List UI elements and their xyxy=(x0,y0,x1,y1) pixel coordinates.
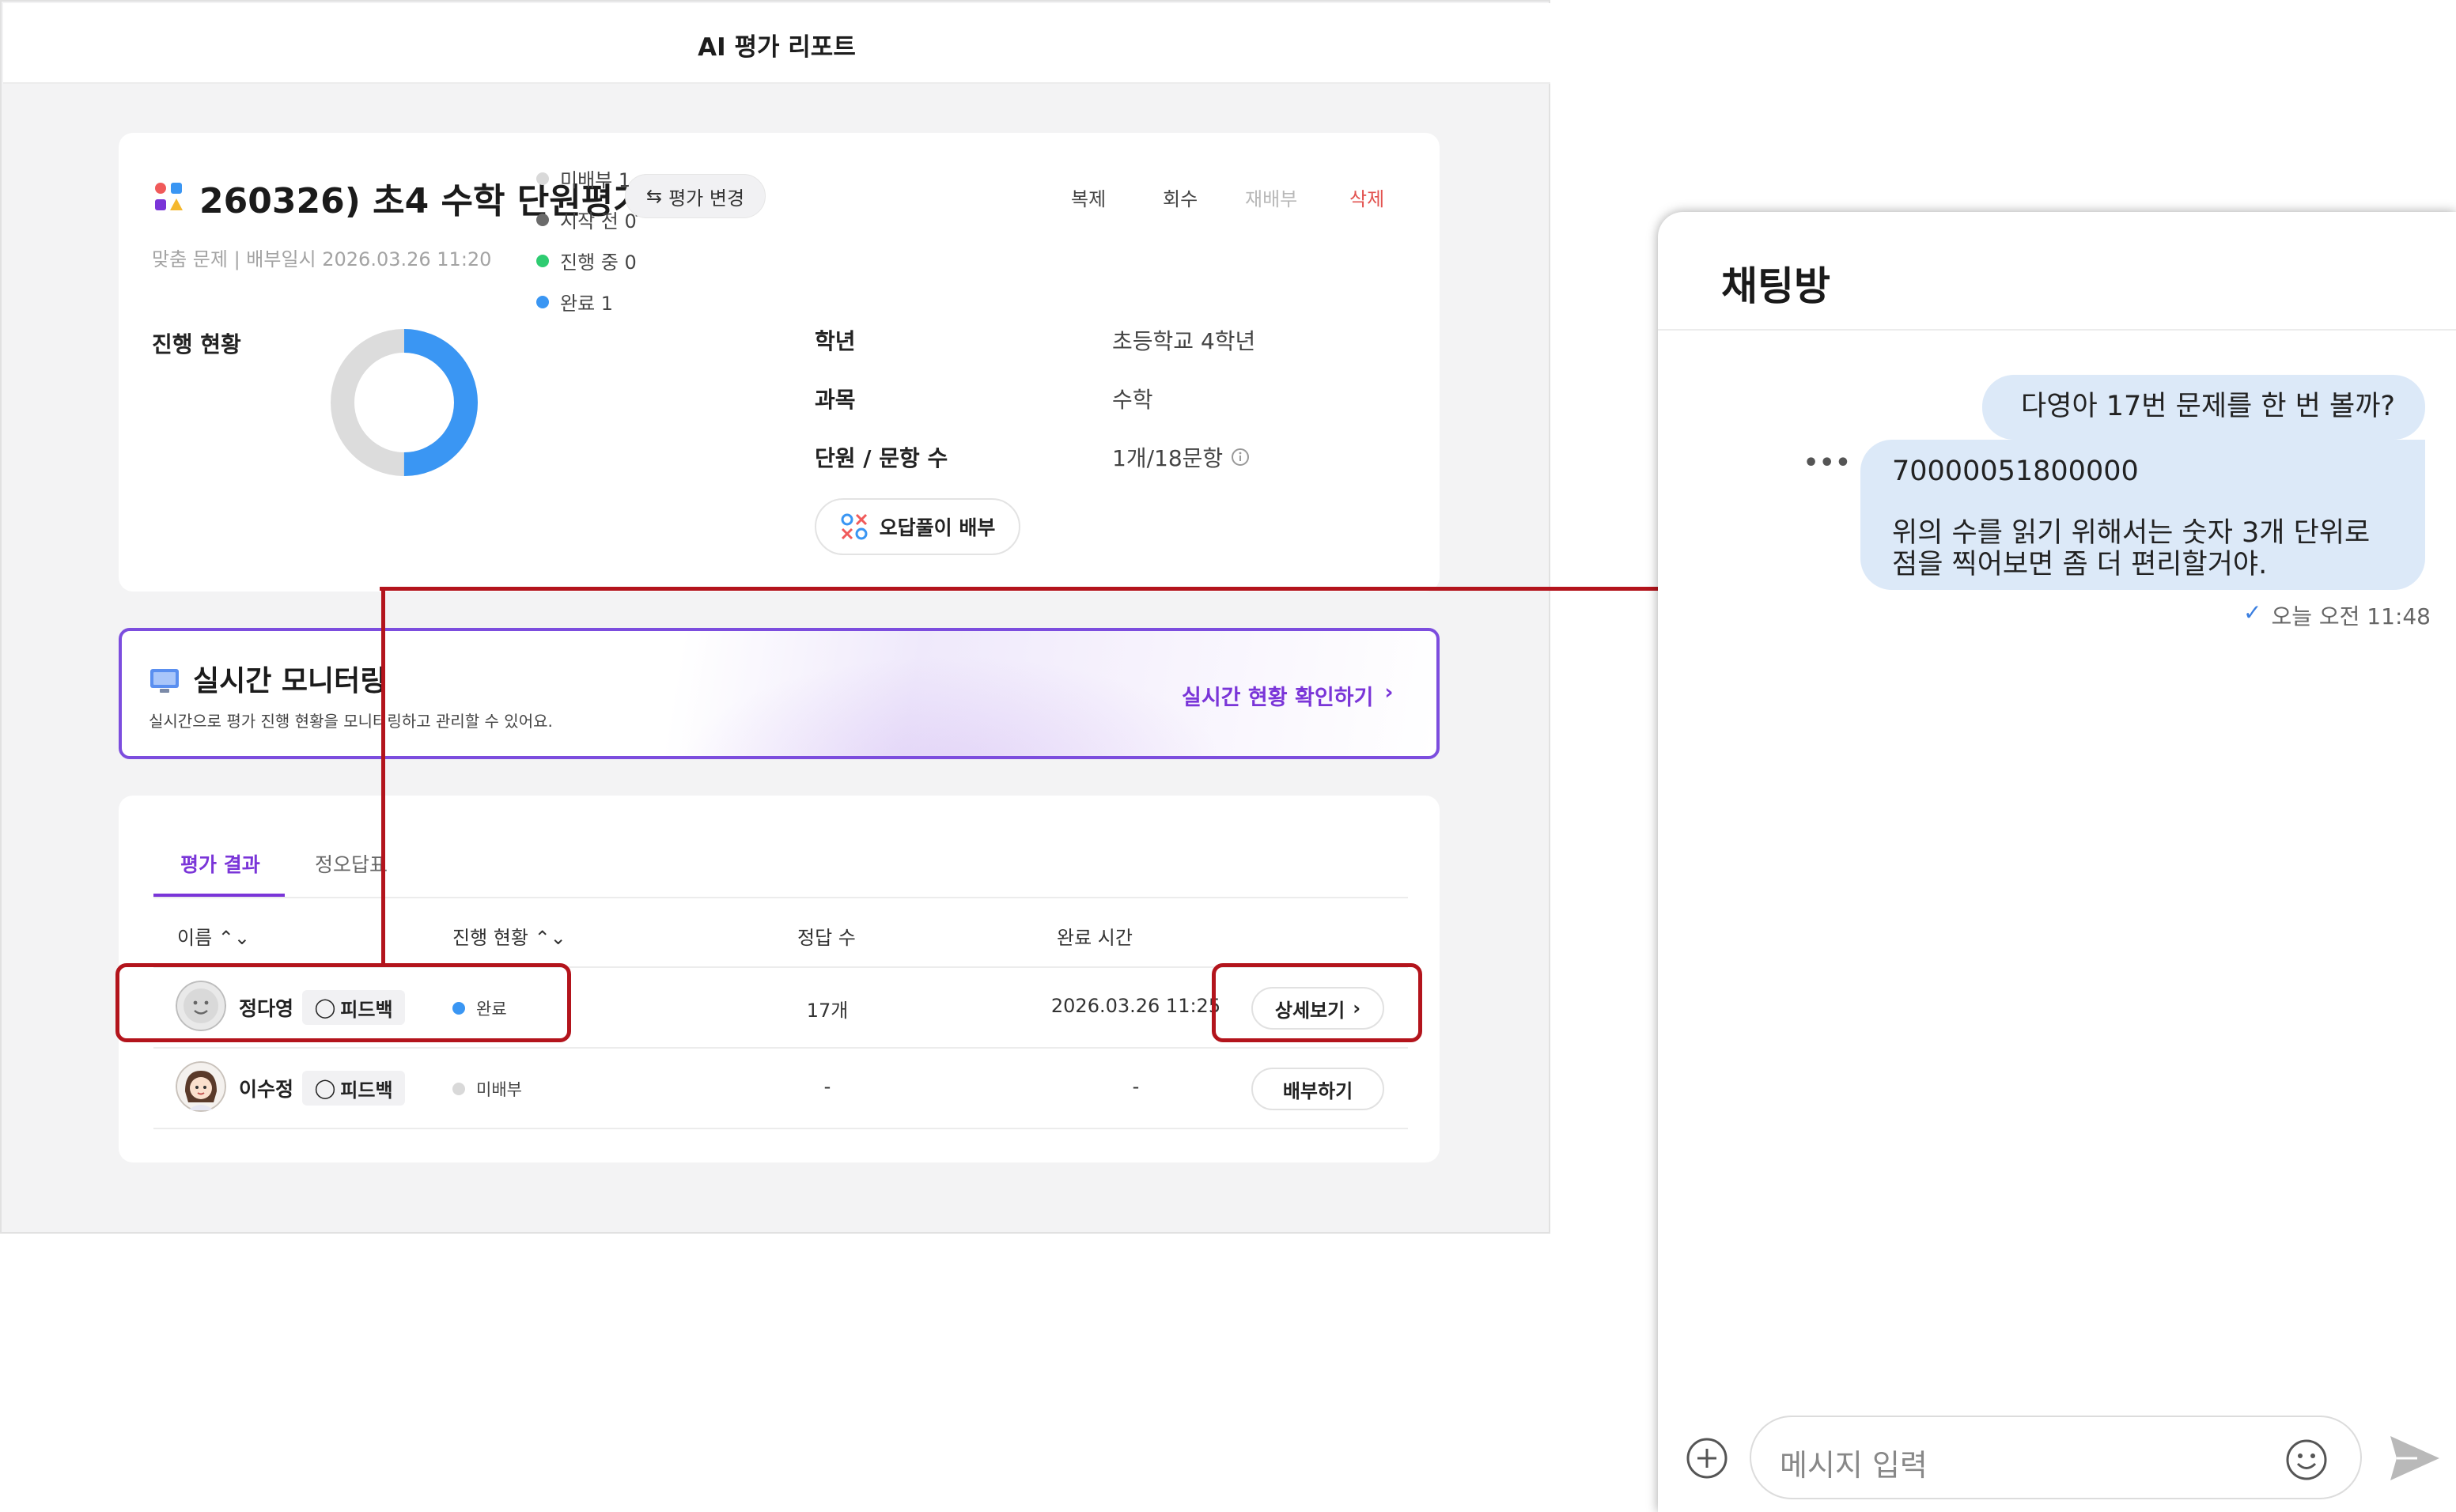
unit-count-value-wrap: 1개/18문항 xyxy=(1112,441,1250,473)
subject-label: 과목 xyxy=(815,387,856,413)
table-row: 이수정 ◯ 피드백 미배부 - - 배부하기 xyxy=(119,1049,1440,1128)
chat-window: 채팅방 다영아 17번 문제를 한 번 볼까? ••• 700000518000… xyxy=(1658,212,2456,1512)
read-check-icon: ✓ xyxy=(2243,599,2262,626)
legend-label: 완료 1 xyxy=(560,293,614,315)
wrong-answer-label: 오답풀이 배부 xyxy=(879,516,996,539)
tab-divider xyxy=(153,897,1408,898)
summary-card: 260326) 초4 수학 단원평가 ⇆ 평가 변경 복제 회수 재배부 삭제 … xyxy=(119,133,1440,592)
unit-count-value: 1개/18문항 xyxy=(1112,445,1224,471)
column-done-time: 완료 시간 xyxy=(1057,927,1133,949)
app-logo-icon xyxy=(155,183,183,210)
legend-dot xyxy=(536,254,549,267)
legend-dot xyxy=(536,213,549,226)
copy-button[interactable]: 복제 xyxy=(1071,183,1106,211)
tab-answer-sheet[interactable]: 정오답표 xyxy=(315,849,388,878)
grade-value: 초등학교 4학년 xyxy=(1112,328,1256,354)
monitor-description: 실시간으로 평가 진행 현황을 모니터링하고 관리할 수 있어요. xyxy=(149,712,553,731)
chat-message-number: 70000051800000 xyxy=(1892,455,2139,487)
chat-header: 채팅방 xyxy=(1658,212,2456,331)
feedback-label: 피드백 xyxy=(340,1079,393,1102)
legend-dot xyxy=(536,295,549,308)
page-title: AI 평가 리포트 xyxy=(698,33,856,62)
message-input[interactable]: 메시지 입력 xyxy=(1750,1416,2362,1499)
connector-line-horizontal xyxy=(380,587,1659,591)
chat-title: 채팅방 xyxy=(1721,263,1830,309)
chat-message-text: 위의 수를 읽기 위해서는 숫자 3개 단위로 점을 찍어보면 좀 더 편리할거… xyxy=(1892,517,2371,580)
connector-line-vertical xyxy=(381,588,385,965)
distribute-button[interactable]: 배부하기 xyxy=(1251,1068,1384,1110)
monitor-icon xyxy=(150,669,179,693)
change-exam-button[interactable]: ⇆ 평가 변경 xyxy=(625,174,766,218)
correct-count: - xyxy=(823,1075,831,1098)
wrong-answer-distribute-button[interactable]: 오답풀이 배부 xyxy=(815,498,1020,555)
swap-icon: ⇆ xyxy=(645,185,663,207)
student-name: 이수정 xyxy=(239,1078,294,1101)
monitor-title: 실시간 모니터링 xyxy=(193,665,387,697)
active-tab-indicator xyxy=(153,894,285,897)
change-exam-label: 평가 변경 xyxy=(668,187,745,210)
chevron-right-icon: › xyxy=(1384,680,1394,705)
avatar[interactable] xyxy=(176,1061,226,1112)
legend-item: 시작 전 0 xyxy=(536,206,637,233)
done-time: - xyxy=(1132,1075,1140,1098)
message-input-placeholder: 메시지 입력 xyxy=(1780,1448,1928,1483)
legend-item: 완료 1 xyxy=(536,288,613,316)
distribute-label: 배부하기 xyxy=(1282,1079,1353,1102)
chat-message-bubble: 70000051800000 위의 수를 읽기 위해서는 숫자 3개 단위로 점… xyxy=(1860,440,2425,590)
legend-label: 시작 전 0 xyxy=(560,210,637,232)
redistribute-button[interactable]: 재배부 xyxy=(1245,183,1297,211)
legend-item: 진행 중 0 xyxy=(536,247,637,274)
ox-icon xyxy=(841,513,868,540)
realtime-status-link[interactable]: 실시간 현황 확인하기 › xyxy=(1182,680,1394,711)
row-divider xyxy=(153,1128,1408,1129)
realtime-status-link-label: 실시간 현황 확인하기 xyxy=(1182,686,1374,710)
column-correct: 정답 수 xyxy=(797,927,856,949)
message-time-label: 오늘 오전 11:48 xyxy=(2271,603,2431,629)
subject-value: 수학 xyxy=(1112,387,1153,413)
grade-label: 학년 xyxy=(815,328,856,354)
status-badge: 미배부 xyxy=(452,1077,522,1101)
highlight-box-detail-button xyxy=(1212,963,1422,1042)
legend-label: 진행 중 0 xyxy=(560,251,637,274)
unit-count-label: 단원 / 문항 수 xyxy=(815,445,948,471)
legend-item: 미배부 1 xyxy=(536,164,630,192)
speech-bubble-icon: ◯ xyxy=(314,1077,336,1099)
tab-results[interactable]: 평가 결과 xyxy=(180,849,260,878)
report-header: AI 평가 리포트 xyxy=(3,3,1550,84)
feedback-button[interactable]: ◯ 피드백 xyxy=(302,1071,405,1106)
delete-button[interactable]: 삭제 xyxy=(1349,183,1384,211)
highlight-box-student-row xyxy=(115,963,571,1042)
chat-message-bubble: 다영아 17번 문제를 한 번 볼까? xyxy=(1982,375,2425,440)
exam-subtitle: 맞춤 문제 | 배부일시 2026.03.26 11:20 xyxy=(152,248,492,270)
info-icon[interactable] xyxy=(1231,448,1250,467)
banner-glow xyxy=(675,655,1229,756)
column-name-sort[interactable]: 이름 ⌃⌄ xyxy=(177,922,250,950)
legend-dot xyxy=(536,172,549,185)
send-icon[interactable] xyxy=(2386,1430,2443,1487)
progress-title: 진행 현황 xyxy=(152,331,241,357)
correct-count: 17개 xyxy=(806,1000,849,1022)
realtime-monitor-banner[interactable]: 실시간 모니터링 실시간으로 평가 진행 현황을 모니터링하고 관리할 수 있어… xyxy=(119,628,1440,759)
status-dot xyxy=(452,1083,465,1095)
progress-donut-chart xyxy=(331,329,478,476)
column-progress-sort[interactable]: 진행 현황 ⌃⌄ xyxy=(452,922,566,950)
message-timestamp: ✓ 오늘 오전 11:48 xyxy=(2243,599,2431,631)
recall-button[interactable]: 회수 xyxy=(1163,183,1198,211)
legend-label: 미배부 1 xyxy=(560,169,631,191)
add-attachment-icon[interactable] xyxy=(1685,1436,1729,1480)
emoji-icon[interactable] xyxy=(2284,1438,2329,1482)
more-options-icon[interactable]: ••• xyxy=(1803,449,1852,477)
status-label: 미배부 xyxy=(476,1080,522,1099)
report-window: AI 평가 리포트 260326) 초4 수학 단원평가 ⇆ 평가 변경 복제 … xyxy=(0,0,1550,1234)
